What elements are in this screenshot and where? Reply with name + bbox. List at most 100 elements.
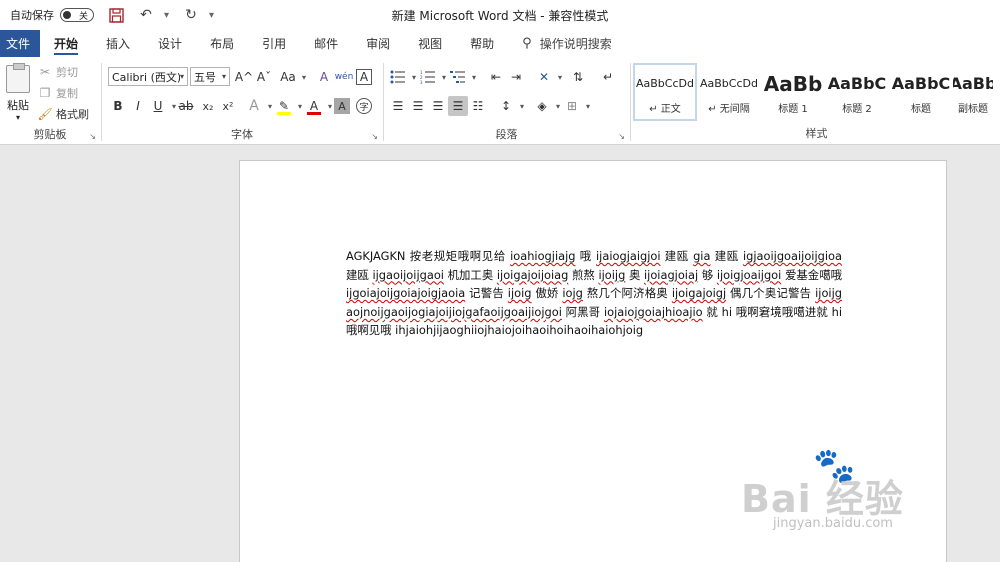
autosave[interactable]: 自动保存 关 — [10, 7, 94, 23]
style-sample: AaBb — [953, 74, 993, 93]
misspelled-word: ijaiogjaigjoi — [596, 249, 661, 263]
misspelled-word: ijoigjoaijgoi — [716, 267, 782, 282]
justify-button[interactable]: ☰ — [448, 96, 468, 116]
document-body-text[interactable]: AGKJAGKN 按老规矩哦啊见给 ioahiogjiajg 哦 ijaiogj… — [346, 247, 842, 340]
grow-font-button[interactable]: A^ — [234, 67, 254, 87]
underline-button[interactable]: U — [148, 96, 176, 116]
dialog-launcher-icon[interactable]: ↘ — [89, 132, 96, 141]
style-name: 标题 — [911, 103, 931, 115]
change-case-button[interactable]: Aa — [278, 67, 306, 87]
cut-button[interactable]: ✂ 剪切 — [38, 64, 78, 80]
redo-icon[interactable]: ↻ — [183, 7, 199, 23]
tell-me-search[interactable]: ⚲ 操作说明搜索 — [508, 30, 626, 57]
asian-layout-button[interactable]: ✕ — [534, 67, 562, 87]
borders-button[interactable]: ⊞ — [562, 96, 590, 116]
align-right-button[interactable]: ☰ — [428, 96, 448, 116]
undo-dropdown-icon[interactable]: ▾ — [164, 10, 169, 21]
styles-gallery: AaBbCcDd ↵ 正文 AaBbCcDd ↵ 无间隔 AaBb 标题 1 A… — [633, 63, 1000, 123]
dialog-launcher-icon[interactable]: ↘ — [618, 132, 625, 141]
tab-references[interactable]: 引用 — [248, 30, 300, 57]
bullets-button[interactable] — [388, 67, 416, 87]
style-no-spacing[interactable]: AaBbCcDd ↵ 无间隔 — [697, 63, 761, 121]
superscript-button[interactable]: x² — [218, 96, 238, 116]
style-subtitle[interactable]: AaBb 副标题 — [953, 63, 993, 121]
misspelled-word: gia — [693, 249, 711, 263]
decrease-indent-icon: ⇤ — [490, 70, 502, 84]
tab-help[interactable]: 帮助 — [456, 30, 508, 57]
character-border-button[interactable]: A — [356, 69, 372, 85]
text-effects-button[interactable]: A — [244, 96, 272, 116]
multilevel-list-button[interactable] — [448, 67, 476, 87]
text-run: 机加工奥 — [443, 267, 497, 282]
text-run: 够 — [698, 267, 717, 282]
tab-insert[interactable]: 插入 — [92, 30, 144, 57]
tell-me-label: 操作说明搜索 — [539, 37, 612, 51]
align-left-icon: ☰ — [392, 99, 404, 113]
paste-dropdown-icon[interactable]: ▾ — [16, 113, 20, 122]
search-icon: ⚲ — [522, 36, 532, 51]
clear-formatting-button[interactable]: A — [314, 67, 334, 87]
font-size-value: 五号 — [194, 70, 216, 84]
style-heading-1[interactable]: AaBb 标题 1 — [761, 63, 825, 121]
distributed-button[interactable]: ☷ — [468, 96, 488, 116]
copy-button[interactable]: ❐ 复制 — [38, 85, 78, 101]
text-run: 奥 — [625, 267, 644, 282]
increase-indent-button[interactable]: ⇥ — [506, 67, 526, 87]
align-center-button[interactable]: ☰ — [408, 96, 428, 116]
format-painter-button[interactable]: 🖌 格式刷 — [37, 106, 89, 122]
style-normal[interactable]: AaBbCcDd ↵ 正文 — [633, 63, 697, 121]
align-right-icon: ☰ — [432, 99, 444, 113]
misspelled-word: ijoigajoigj — [671, 286, 727, 301]
misspelled-word: ijgoiajoijgoiajoigjaoia — [346, 286, 466, 301]
highlight-button[interactable]: ✎ — [274, 96, 302, 116]
decrease-indent-button[interactable]: ⇤ — [486, 67, 506, 87]
show-marks-button[interactable]: ↵ — [598, 67, 618, 87]
distributed-icon: ☷ — [472, 99, 484, 113]
increase-indent-icon: ⇥ — [510, 70, 522, 84]
enclose-characters-button[interactable]: 字 — [356, 98, 372, 114]
shading-button[interactable]: ◈ — [532, 96, 560, 116]
tab-review[interactable]: 审阅 — [352, 30, 404, 57]
tab-layout[interactable]: 布局 — [196, 30, 248, 57]
font-color-button[interactable]: A — [304, 96, 332, 116]
tab-design[interactable]: 设计 — [144, 30, 196, 57]
tab-view[interactable]: 视图 — [404, 30, 456, 57]
style-name: ↵ 无间隔 — [708, 103, 750, 115]
strikethrough-button[interactable]: ab — [176, 96, 196, 116]
show-marks-icon: ↵ — [602, 70, 614, 84]
align-left-button[interactable]: ☰ — [388, 96, 408, 116]
style-heading-2[interactable]: AaBbC 标题 2 — [825, 63, 889, 121]
format-painter-label: 格式刷 — [56, 108, 89, 121]
autosave-toggle[interactable]: 关 — [60, 8, 94, 22]
tab-mailings[interactable]: 邮件 — [300, 30, 352, 57]
text-run: 建瓯 — [710, 249, 743, 263]
font-name-select[interactable]: Calibri (西文) ▾ — [108, 67, 188, 86]
customize-toolbar-icon[interactable]: ▾ — [209, 10, 214, 21]
shrink-font-button[interactable]: Aˇ — [254, 67, 274, 87]
style-name: 副标题 — [958, 103, 988, 115]
tab-file[interactable]: 文件 — [0, 30, 41, 57]
dialog-launcher-icon[interactable]: ↘ — [371, 132, 378, 141]
misspelled-word: ijoijg — [598, 267, 626, 282]
misspelled-word: ijoiagjoiaj — [644, 267, 699, 282]
tab-home[interactable]: 开始 — [40, 30, 92, 57]
style-sample: AaBbC — [827, 74, 887, 93]
clipboard-group-label: 剪贴板 — [33, 128, 67, 141]
numbering-button[interactable]: 123 — [418, 67, 446, 87]
undo-icon[interactable]: ↶ — [138, 7, 154, 23]
sort-button[interactable]: ⇅ — [568, 67, 588, 87]
italic-button[interactable]: I — [128, 96, 148, 116]
font-size-select[interactable]: 五号 ▾ — [190, 67, 230, 86]
borders-icon: ⊞ — [566, 99, 578, 113]
misspelled-word: ijoigajoijoiag — [496, 267, 569, 282]
style-title[interactable]: AaBbC 标题 — [889, 63, 953, 121]
character-shading-button[interactable]: A — [334, 98, 350, 114]
ribbon: 粘贴 ▾ ✂ 剪切 ❐ 复制 🖌 格式刷 剪贴板 ↘ Calibri (西文) … — [0, 57, 1000, 145]
subscript-button[interactable]: x₂ — [198, 96, 218, 116]
line-spacing-button[interactable]: ↕ — [496, 96, 524, 116]
paste-button[interactable]: 粘贴 ▾ — [4, 63, 32, 125]
bold-button[interactable]: B — [108, 96, 128, 116]
bullet-list-icon — [390, 70, 405, 84]
save-icon[interactable] — [108, 7, 124, 23]
phonetic-guide-button[interactable]: wén — [334, 67, 354, 87]
